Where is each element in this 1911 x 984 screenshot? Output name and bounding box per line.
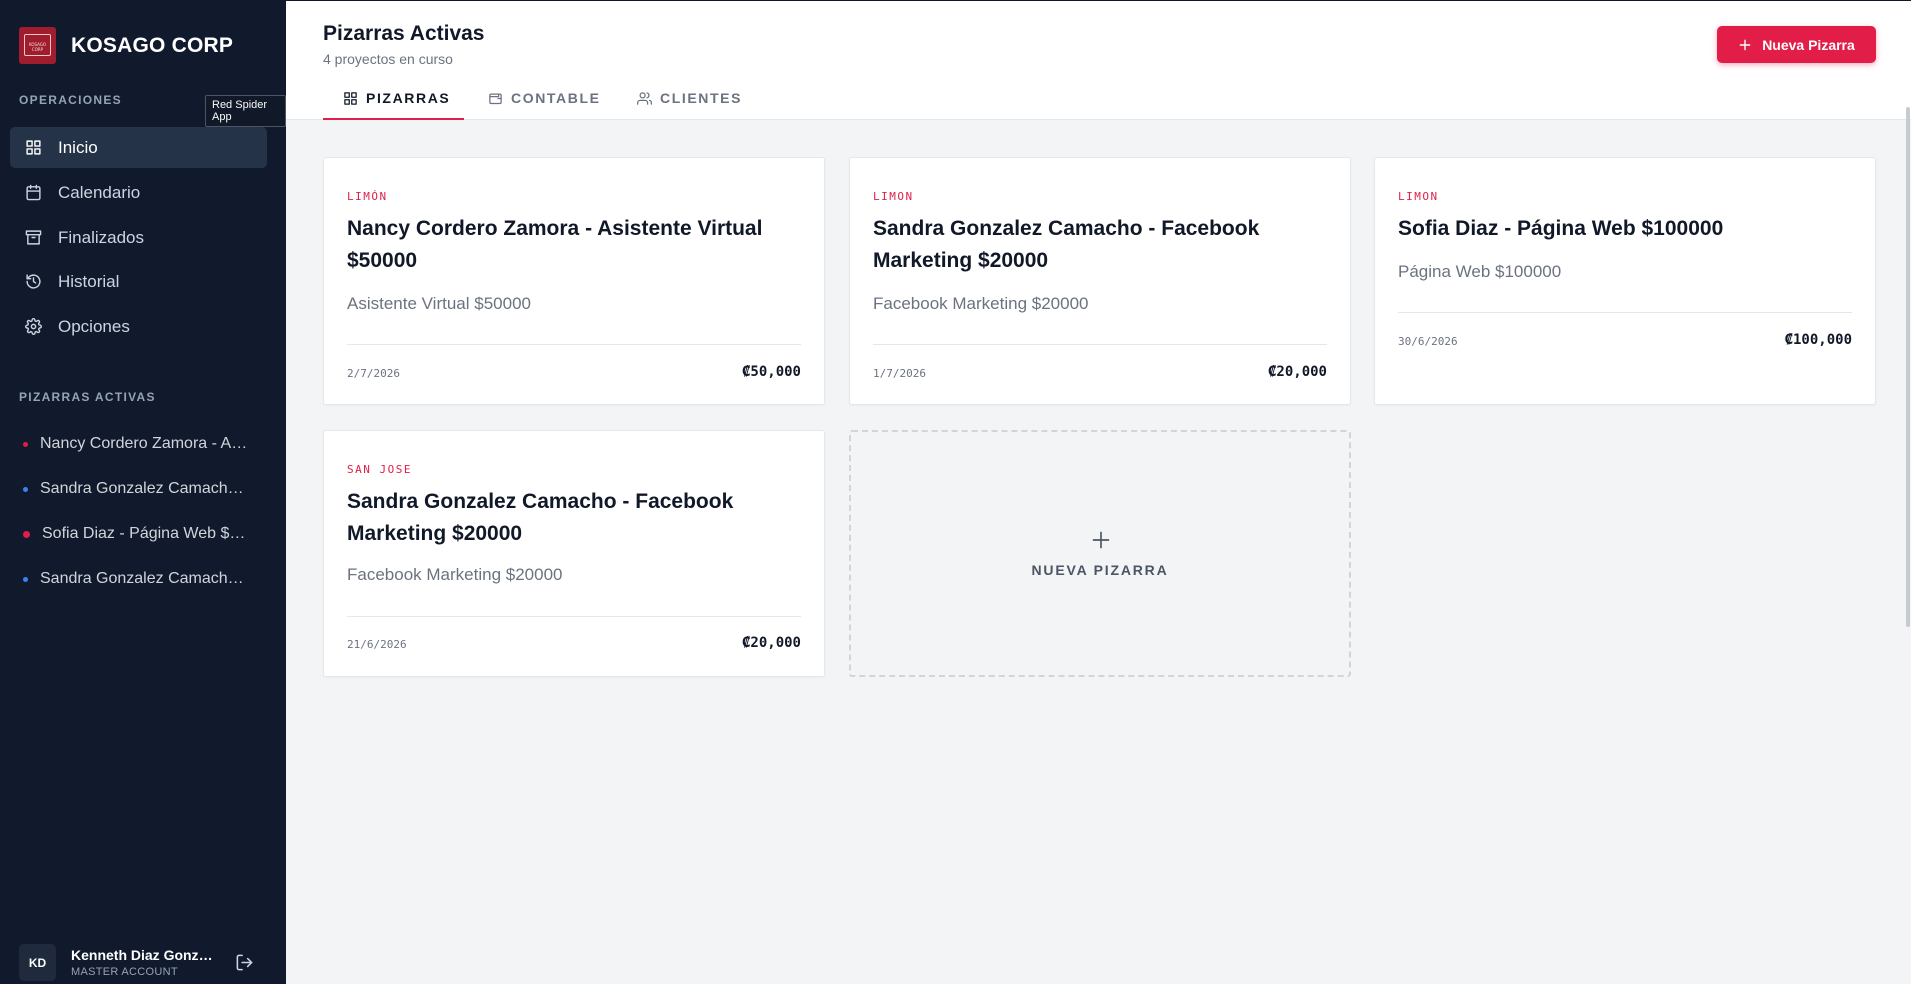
active-boards-section-title: PIZARRAS ACTIVAS: [19, 390, 156, 404]
plus-icon: [1091, 530, 1111, 550]
brand-name: KOSAGO CORP: [71, 33, 234, 57]
users-icon: [637, 91, 652, 105]
user-role: MASTER ACCOUNT: [71, 966, 178, 978]
new-board-card-label: NUEVA PIZARRA: [1031, 562, 1169, 578]
tab-label: PIZARRAS: [366, 90, 451, 106]
board-card[interactable]: SAN JOSE Sandra Gonzalez Camacho - Faceb…: [323, 430, 825, 677]
plus-icon: [1739, 39, 1751, 50]
card-amount: ₡100,000: [1784, 332, 1852, 348]
card-location: LIMÓN: [347, 190, 388, 203]
card-description: Página Web $100000: [1398, 262, 1562, 281]
card-description: Facebook Marketing $20000: [347, 565, 563, 584]
card-divider: [873, 344, 1327, 345]
card-description: Facebook Marketing $20000: [873, 294, 1089, 313]
card-date: 30/6/2026: [1398, 335, 1458, 348]
company-logo: KOSAGO CORP: [19, 27, 56, 64]
sidebar-item-inicio[interactable]: Inicio: [10, 127, 267, 168]
active-tab-indicator: [323, 118, 464, 120]
card-title: Nancy Cordero Zamora - Asistente Virtual…: [347, 217, 763, 272]
sidebar-board-label: Nancy Cordero Zamora - Asistente Virtual…: [40, 435, 252, 452]
card-divider: [1398, 312, 1852, 313]
card-title: Sofia Diaz - Página Web $100000: [1398, 217, 1724, 240]
sidebar-item-finalizados[interactable]: Finalizados: [10, 217, 267, 258]
operations-section-title: OPERACIONES: [19, 93, 122, 107]
tab-clientes[interactable]: CLIENTES: [637, 90, 742, 106]
sidebar-item-opciones[interactable]: Opciones: [10, 306, 267, 347]
card-amount: ₡20,000: [741, 635, 801, 651]
wallet-icon: [489, 93, 502, 104]
card-location: LIMON: [873, 190, 914, 203]
tab-pizarras[interactable]: PIZARRAS: [343, 90, 450, 106]
card-location: SAN JOSE: [347, 463, 412, 476]
card-location: LIMON: [1398, 190, 1439, 203]
logout-icon: [236, 954, 253, 971]
sidebar-item-label: Opciones: [58, 316, 130, 336]
sidebar-board-item[interactable]: Sandra Gonzalez Camacho - Facebook Marke…: [23, 570, 258, 588]
sidebar: KOSAGO CORP KOSAGO CORP OPERACIONES Red …: [0, 0, 286, 984]
grid-icon: [26, 140, 41, 155]
grid-icon: [344, 91, 357, 105]
board-card[interactable]: LIMON Sandra Gonzalez Camacho - Facebook…: [849, 157, 1351, 405]
board-card[interactable]: LIMÓN Nancy Cordero Zamora - Asistente V…: [323, 157, 825, 405]
new-board-button[interactable]: Nueva Pizarra: [1717, 26, 1876, 63]
tab-contable[interactable]: CONTABLE: [488, 90, 601, 106]
scrollbar[interactable]: [1906, 107, 1910, 627]
sidebar-board-item[interactable]: Nancy Cordero Zamora - Asistente Virtual…: [23, 435, 258, 453]
sidebar-board-item[interactable]: Sofia Diaz - Página Web $100000: [23, 525, 258, 543]
card-date: 21/6/2026: [347, 638, 407, 651]
sidebar-item-label: Inicio: [58, 137, 98, 157]
sidebar-item-calendario[interactable]: Calendario: [10, 172, 267, 213]
user-profile[interactable]: KD Kenneth Diaz Gonzalez MASTER ACCOUNT: [19, 944, 219, 981]
sidebar-board-item[interactable]: Sandra Gonzalez Camacho - Facebook Marke…: [23, 480, 258, 498]
sidebar-item-label: Calendario: [58, 182, 141, 202]
card-title: Sandra Gonzalez Camacho - Facebook Marke…: [873, 217, 1260, 272]
user-name: Kenneth Diaz Gonzalez: [71, 947, 219, 963]
status-dot: [23, 576, 28, 582]
board-card[interactable]: LIMON Sofia Diaz - Página Web $100000 Pá…: [1374, 157, 1876, 405]
new-board-card[interactable]: NUEVA PIZARRA: [849, 430, 1351, 677]
brand[interactable]: KOSAGO CORP KOSAGO CORP: [19, 27, 233, 64]
status-dot: [23, 486, 28, 492]
avatar: KD: [19, 944, 56, 981]
sidebar-item-label: Finalizados: [58, 227, 144, 247]
card-date: 1/7/2026: [873, 367, 926, 380]
history-icon: [26, 274, 41, 289]
sidebar-item-historial[interactable]: Historial: [10, 261, 267, 302]
tab-label: CLIENTES: [660, 90, 743, 106]
page-subtitle: 4 proyectos en curso: [323, 51, 453, 67]
card-amount: ₡20,000: [1267, 364, 1327, 380]
calendar-icon: [26, 184, 41, 201]
sidebar-board-label: Sandra Gonzalez Camacho - Facebook Marke…: [40, 570, 252, 587]
card-title: Sandra Gonzalez Camacho - Facebook Marke…: [347, 490, 734, 545]
sidebar-board-label: Sandra Gonzalez Camacho - Facebook Marke…: [40, 480, 252, 497]
sidebar-board-label: Sofia Diaz - Página Web $100000: [42, 525, 254, 542]
archive-icon: [25, 230, 42, 245]
logout-button[interactable]: [235, 953, 255, 973]
page-title: Pizarras Activas: [323, 22, 485, 45]
card-date: 2/7/2026: [347, 367, 400, 380]
card-amount: ₡50,000: [741, 364, 801, 380]
status-dot: [23, 530, 30, 538]
status-dot: [23, 441, 28, 447]
sidebar-item-label: Historial: [58, 271, 120, 291]
card-divider: [347, 616, 801, 617]
tab-label: CONTABLE: [511, 90, 601, 106]
tooltip: Red Spider App: [205, 95, 286, 127]
card-divider: [347, 344, 801, 345]
new-board-button-label: Nueva Pizarra: [1762, 36, 1855, 53]
gear-icon: [25, 318, 42, 335]
card-description: Asistente Virtual $50000: [347, 294, 531, 313]
